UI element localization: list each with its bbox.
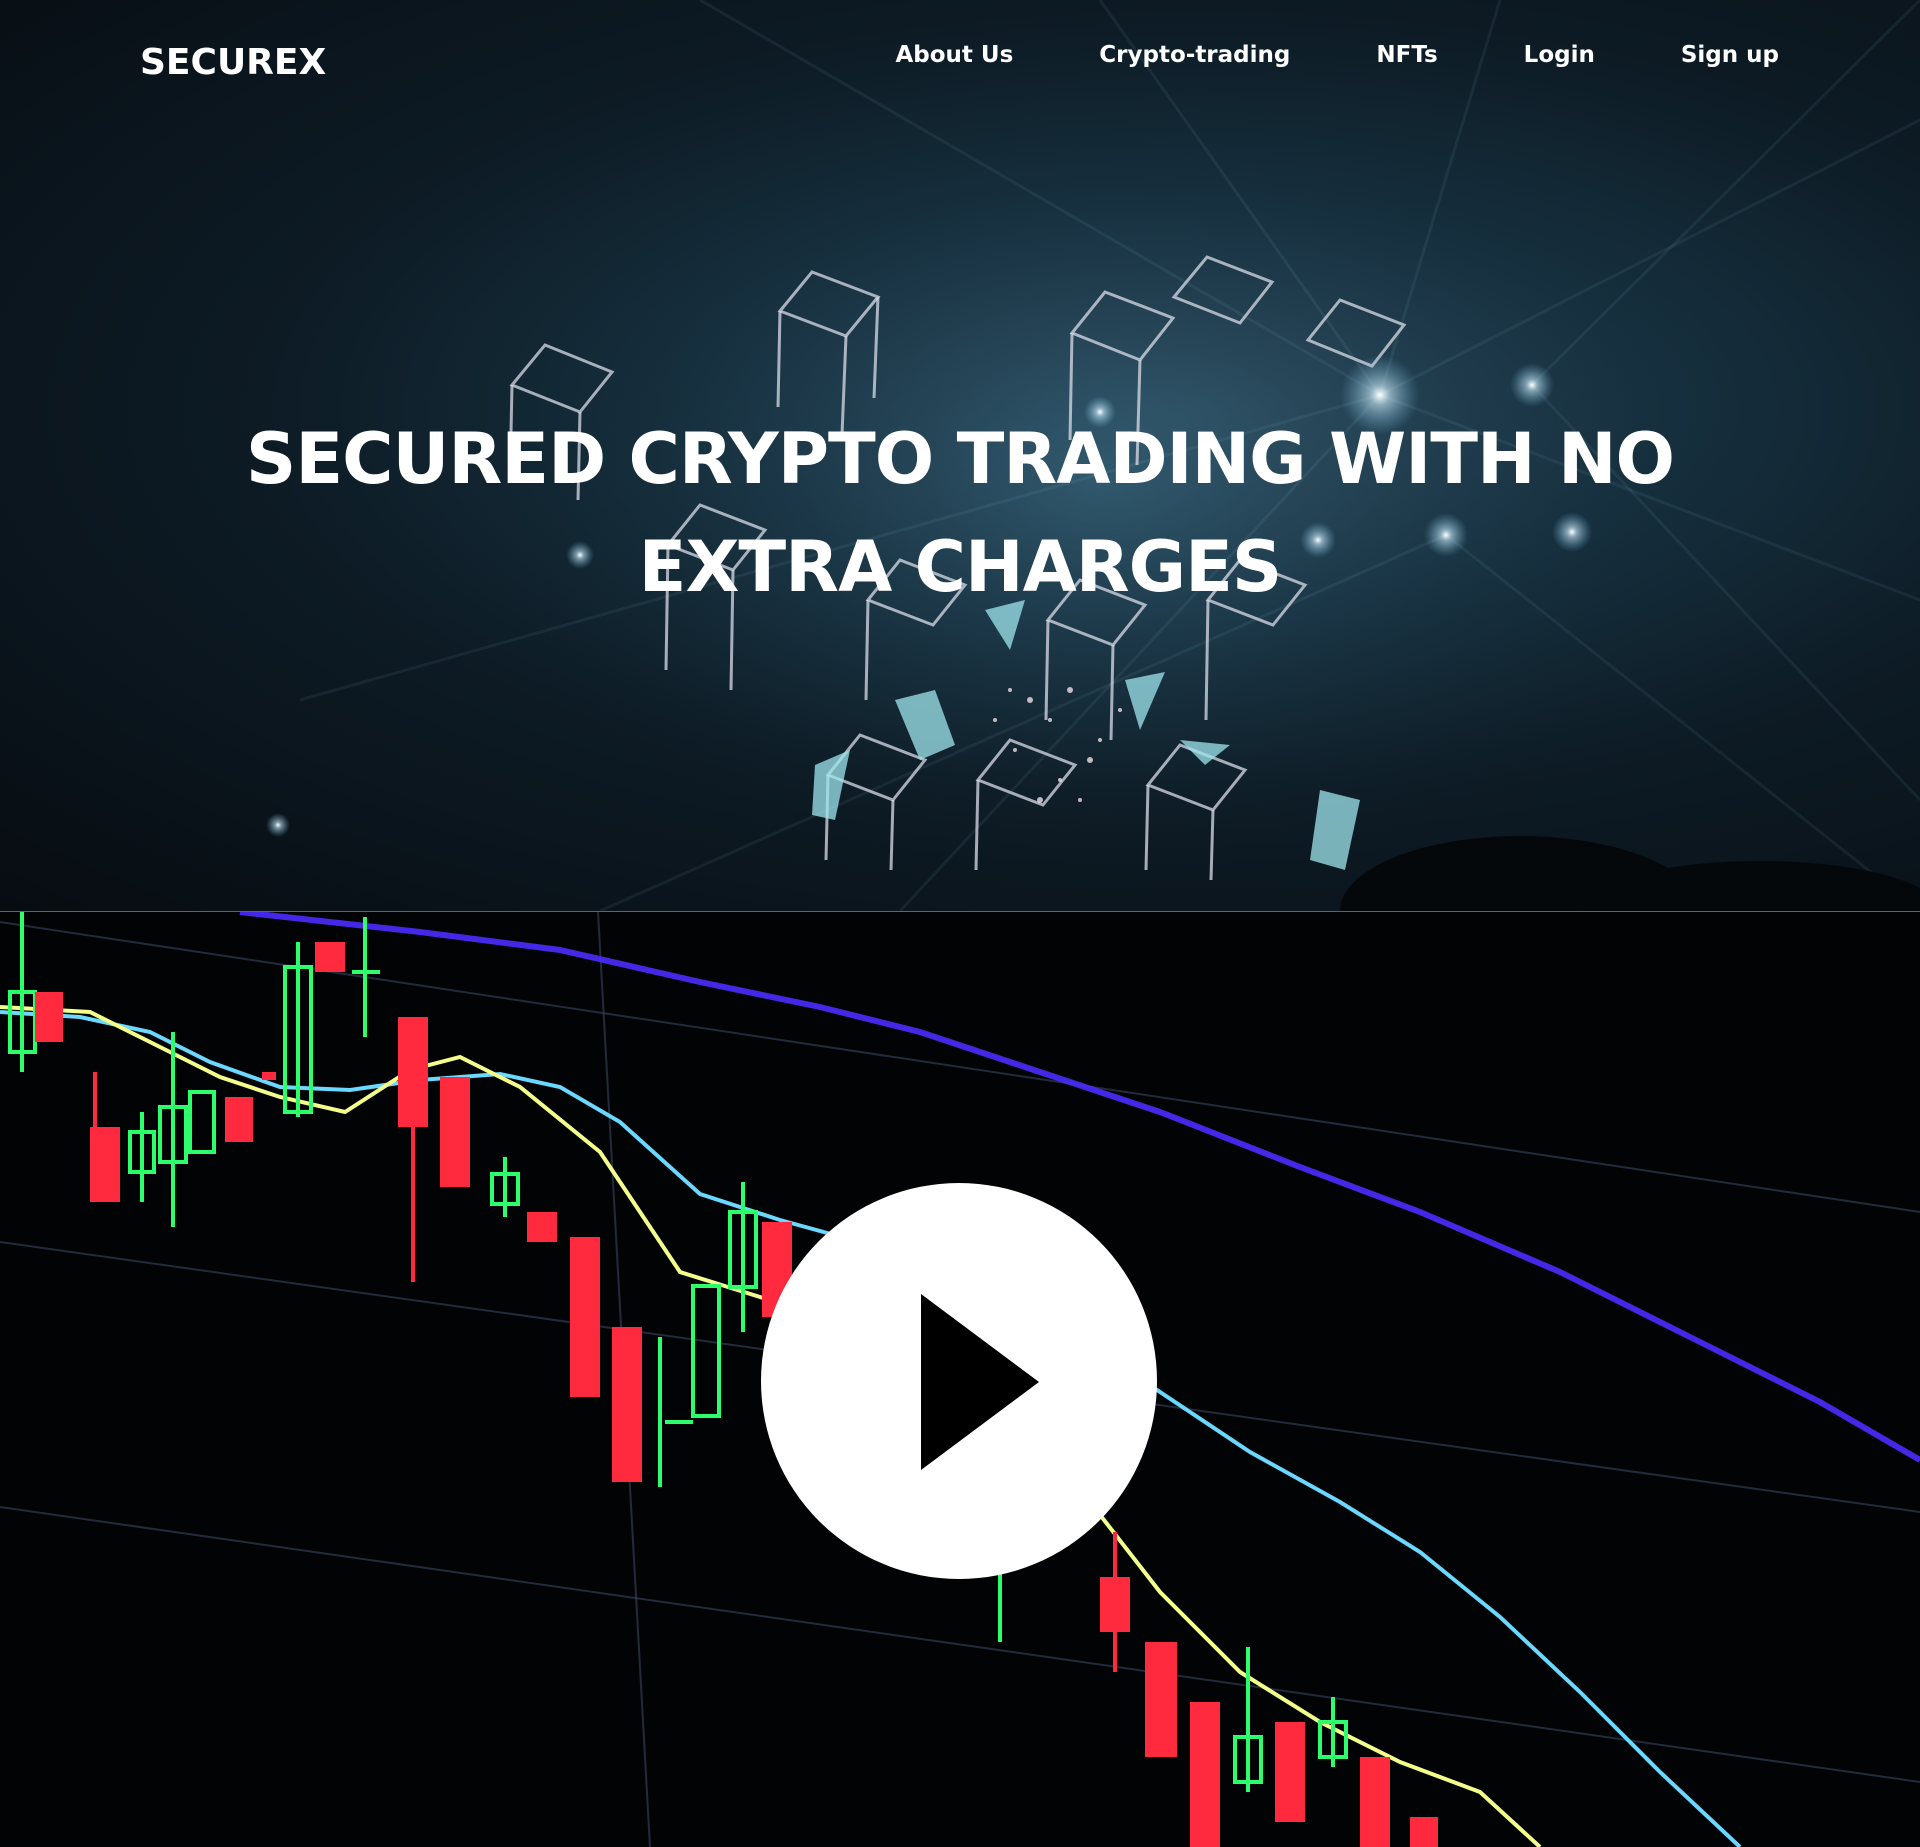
nav-menu: About Us Crypto-trading NFTs Login Sign … — [895, 40, 1779, 70]
nav-link-login[interactable]: Login — [1524, 40, 1595, 70]
video-section — [0, 912, 1920, 1847]
nav-link-about-us[interactable]: About Us — [895, 40, 1013, 70]
nav-link-nfts[interactable]: NFTs — [1376, 40, 1437, 70]
top-navbar: SECUREX About Us Crypto-trading NFTs Log… — [0, 0, 1920, 130]
landing-page: SECUREX About Us Crypto-trading NFTs Log… — [0, 0, 1920, 1847]
play-icon — [921, 1294, 1039, 1470]
hero-section: SECUREX About Us Crypto-trading NFTs Log… — [0, 0, 1920, 912]
nav-link-sign-up[interactable]: Sign up — [1681, 40, 1779, 70]
brand-logo[interactable]: SECUREX — [140, 41, 326, 85]
nav-link-crypto-trading[interactable]: Crypto-trading — [1099, 40, 1290, 70]
hero-headline: SECURED CRYPTO TRADING WITH NO EXTRA CHA… — [245, 418, 1675, 608]
play-video-button[interactable] — [761, 1183, 1157, 1579]
